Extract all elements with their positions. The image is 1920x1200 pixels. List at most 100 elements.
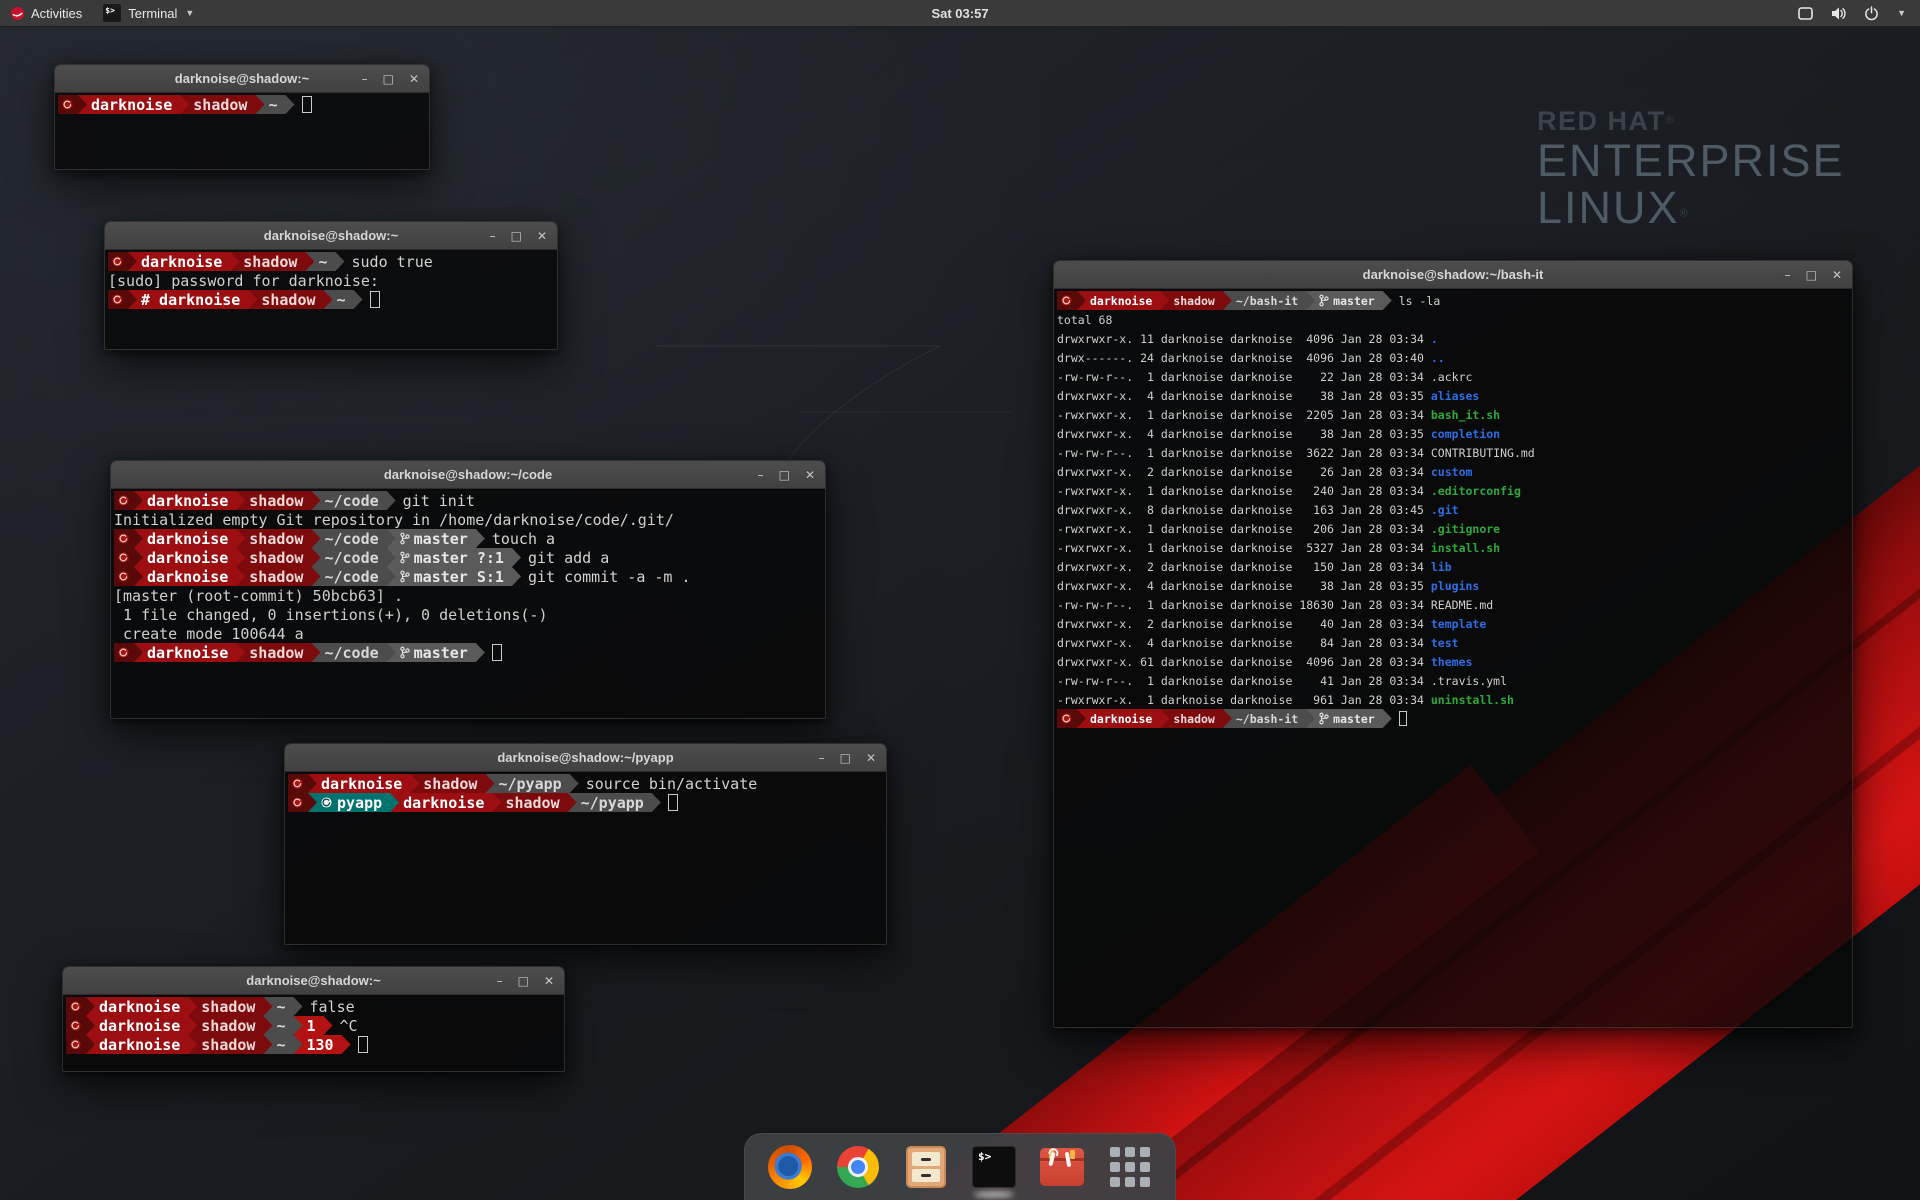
git-branch-segment: master [387,643,485,662]
maximize-button[interactable]: □ [1806,269,1817,281]
ls-row-filename: README.md [1431,598,1493,612]
ls-row-meta: drwxrwxr-x. 4 darknoise darknoise 38 Jan… [1057,579,1431,593]
prompt-host-segment: shadow [236,643,320,662]
terminal-content[interactable]: darknoiseshadow~sudo true[sudo] password… [105,250,557,349]
clock[interactable]: Sat 03:57 [0,6,1920,21]
close-button[interactable]: ✕ [409,73,419,85]
terminal-line: -rwxrwxr-x. 1 darknoise darknoise 2205 J… [1057,405,1852,424]
dock-toolbox-icon[interactable] [1039,1144,1085,1190]
terminal-line: [master (root-commit) 50bcb63] . [114,586,825,605]
dock-terminal-icon[interactable]: $> [971,1144,1017,1190]
prompt-user-segment: darknoise [134,529,245,548]
prompt-user-segment: darknoise [128,252,239,271]
terminal-line: darknoiseshadow~ [58,95,429,114]
close-button[interactable]: ✕ [537,230,547,242]
command-text: ^C [340,1017,358,1035]
terminal-line: darknoiseshadow~/codemaster [114,643,825,662]
prompt-host-segment: shadow [1160,709,1232,728]
minimize-button[interactable]: – [362,73,368,85]
power-icon[interactable] [1864,6,1879,21]
terminal-line: -rw-rw-r--. 1 darknoise darknoise 3622 J… [1057,443,1852,462]
terminal-cursor [358,1036,368,1054]
terminal-line: -rwxrwxr-x. 1 darknoise darknoise 240 Ja… [1057,481,1852,500]
minimize-button[interactable]: – [497,975,503,987]
terminal-line: drwxrwxr-x. 4 darknoise darknoise 38 Jan… [1057,386,1852,405]
git-branch-segment: master [1306,291,1392,310]
terminal-line: darknoiseshadow~sudo true [108,252,557,271]
maximize-button[interactable]: □ [518,975,529,987]
prompt-host-segment: shadow [236,548,320,567]
window-titlebar[interactable]: darknoise@shadow:~ – □ ✕ [105,222,557,250]
command-text: ls -la [1399,294,1441,308]
maximize-button[interactable]: □ [840,752,851,764]
window-titlebar[interactable]: darknoise@shadow:~/bash-it–□✕ [1054,261,1852,289]
terminal-window-bash-it: darknoise@shadow:~/bash-it–□✕ darknoises… [1053,260,1853,1028]
terminal-content[interactable]: darknoiseshadow~falsedarknoiseshadow~1^C… [63,995,564,1071]
terminal-line: darknoiseshadow~/codegit init [114,491,825,510]
terminal-line: -rwxrwxr-x. 1 darknoise darknoise 206 Ja… [1057,519,1852,538]
ls-row-meta: drwxrwxr-x. 4 darknoise darknoise 38 Jan… [1057,427,1431,441]
terminal-content[interactable]: darknoiseshadow~/bash-itmasterls -latota… [1054,289,1852,1027]
minimize-button[interactable]: – [819,752,825,764]
terminal-line: drwxrwxr-x. 61 darknoise darknoise 4096 … [1057,652,1852,671]
activities-button[interactable]: Activities [0,0,92,26]
ls-row-meta: -rw-rw-r--. 1 darknoise darknoise 22 Jan… [1057,370,1431,384]
ls-row-filename: .. [1431,351,1445,365]
terminal-window-pyapp: darknoise@shadow:~/pyapp – □ ✕ darknoisesha… [284,743,887,945]
maximize-button[interactable]: □ [383,73,394,85]
terminal-content[interactable]: darknoiseshadow~/codegit initInitialized… [111,489,825,718]
terminal-content[interactable]: darknoiseshadow~/pyappsource bin/activat… [285,772,886,944]
ls-row-filename: .ackrc [1431,370,1473,384]
volume-icon[interactable] [1830,6,1848,21]
terminal-line: drwxrwxr-x. 2 darknoise darknoise 150 Ja… [1057,557,1852,576]
ls-row-filename: CONTRIBUTING.md [1431,446,1535,460]
prompt-user-segment: darknoise [1077,291,1169,310]
display-icon[interactable] [1797,6,1814,21]
minimize-button[interactable]: – [490,230,496,242]
terminal-cursor [370,291,380,309]
app-menu-label: Terminal [128,6,177,21]
ls-row-meta: drwxrwxr-x. 11 darknoise darknoise 4096 … [1057,332,1431,346]
prompt-path-segment: ~/pyapp [485,774,578,793]
close-button[interactable]: ✕ [805,469,815,481]
terminal-line: drwxrwxr-x. 4 darknoise darknoise 84 Jan… [1057,633,1852,652]
maximize-button[interactable]: □ [511,230,522,242]
terminal-window-home-1: darknoise@shadow:~ – □ ✕ darknoiseshadow~ [54,64,430,170]
ls-row-filename: themes [1431,655,1473,669]
window-titlebar[interactable]: darknoise@shadow:~/pyapp – □ ✕ [285,744,886,772]
close-button[interactable]: ✕ [866,752,876,764]
dock-chrome-icon[interactable] [835,1144,881,1190]
prompt-host-segment: shadow [248,290,332,309]
minimize-button[interactable]: – [758,469,764,481]
minimize-button[interactable]: – [1785,269,1791,281]
window-title: darknoise@shadow:~ [175,71,309,86]
ls-row-meta: drwxrwxr-x. 2 darknoise darknoise 40 Jan… [1057,617,1431,631]
close-button[interactable]: ✕ [1832,269,1842,281]
terminal-app-icon: $> [102,3,122,23]
ls-row-filename: aliases [1431,389,1479,403]
prompt-host-segment: shadow [230,252,314,271]
maximize-button[interactable]: □ [779,469,790,481]
terminal-content[interactable]: darknoiseshadow~ [55,93,429,169]
terminal-line: 1 file changed, 0 insertions(+), 0 delet… [114,605,825,624]
window-titlebar[interactable]: darknoise@shadow:~/code–□✕ [111,461,825,489]
window-titlebar[interactable]: darknoise@shadow:~ – □ ✕ [55,65,429,93]
app-menu-terminal[interactable]: $> Terminal ▼ [92,0,204,26]
dock: $> [744,1133,1176,1200]
git-branch-segment: master [387,529,485,548]
close-button[interactable]: ✕ [544,975,554,987]
terminal-line: darknoiseshadow~false [66,997,564,1016]
command-text: source bin/activate [586,775,758,793]
venv-segment: pyapp [308,793,399,812]
system-menu-chevron-icon[interactable]: ▼ [1897,8,1906,18]
dock-firefox-icon[interactable] [767,1144,813,1190]
ls-row-filename: install.sh [1431,541,1500,555]
window-titlebar[interactable]: darknoise@shadow:~–□✕ [63,967,564,995]
terminal-window-home-2: darknoise@shadow:~–□✕ darknoiseshadow~fa… [62,966,565,1072]
dock-app-grid-icon[interactable] [1107,1144,1153,1190]
prompt-user-segment: darknoise [134,643,245,662]
window-title: darknoise@shadow:~ [264,228,398,243]
ls-row-filename: completion [1431,427,1500,441]
window-title: darknoise@shadow:~/pyapp [497,750,673,765]
dock-files-icon[interactable] [903,1144,949,1190]
